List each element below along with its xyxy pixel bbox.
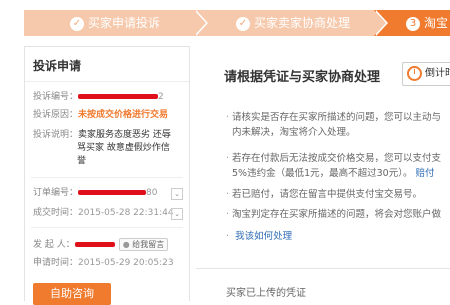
complaint-desc-line2: 骂买家 故意虚假炒作信 (77, 143, 170, 153)
clock-icon (407, 65, 422, 81)
self-service-consult-button[interactable]: 自助咨询 (33, 283, 111, 305)
progress-steps: ✓ 买家申请投诉 ✓ 买家卖家协商处理 3 淘宝 (24, 10, 450, 36)
check-icon: ✓ (236, 16, 250, 31)
step-label: 买家申请投诉 (88, 16, 161, 30)
order-no-row: 订单编号： 80 (33, 188, 158, 198)
complaint-reason-row: 投诉原因：未按成交价格进行交易 (33, 110, 169, 120)
step-arrow (374, 10, 386, 36)
redacted-mark (74, 242, 115, 247)
chat-icon: ● (122, 240, 130, 249)
redacted-mark (78, 190, 147, 195)
step-buyer-complaint: ✓ 买家申请投诉 (24, 10, 208, 36)
complaint-info-panel: 投诉申请 投诉编号： 2 投诉原因：未按成交价格进行交易 投诉说明：卖家服务态度恶… (24, 46, 190, 305)
countdown-badge: 倒计时 (402, 62, 450, 86)
instruction-item: · 请核实是否存在买家所描述的问题，您可以主动与 (226, 112, 442, 123)
initiator-row: 发 起 人： ● 给我留言 (33, 238, 169, 252)
deal-time-row: 成交时间：2015-05-28 22:31:44 (33, 208, 174, 218)
leave-message-tag[interactable]: ● 给我留言 (118, 238, 169, 251)
pay-link[interactable]: 赔付 (416, 168, 435, 179)
apply-time-row: 申请时间：2015-05-29 20:05:23 (33, 258, 174, 268)
divider (31, 177, 183, 178)
step-label: 淘宝 (424, 16, 449, 30)
step-label: 买家卖家协商处理 (254, 16, 351, 30)
panel-title: 投诉申请 (25, 47, 189, 82)
complaint-desc-row: 投诉说明：卖家服务态度恶劣 还辱 (33, 130, 171, 140)
instruction-item: · 若存在付款后无法按成交价格交易，您可以支付支 (226, 153, 442, 164)
how-to-handle-item: · 我该如何处理 (226, 231, 293, 242)
instruction-item: · 若已赔付，请您在留言中提供支付宝交易号。 (226, 189, 423, 200)
instruction-item-cont: 内未解决，淘宝将介入处理。 (232, 127, 356, 138)
step-arrow (194, 10, 206, 36)
divider (196, 268, 450, 269)
how-to-handle-link[interactable]: 我该如何处理 (235, 231, 292, 242)
instruction-item: · 淘宝判定存在买家所描述的问题，将会对您账户做 (226, 209, 442, 220)
chevron-down-icon[interactable]: ⌄ (171, 188, 183, 200)
complaint-desc-line3: 誉 (77, 156, 87, 166)
redacted-mark (78, 94, 159, 99)
instruction-item-cont: 5%违约金（最低1元，最高不超过30元）。 赔付 (232, 168, 435, 179)
divider (31, 227, 183, 228)
page-title: 请根据凭证与买家协商处理 (224, 70, 381, 85)
chevron-down-icon[interactable]: ⌄ (171, 208, 183, 220)
check-icon: ✓ (70, 16, 84, 31)
step-negotiation: ✓ 买家卖家协商处理 (194, 10, 388, 36)
complaint-no-row: 投诉编号： 2 (33, 92, 164, 102)
negotiation-panel: 请根据凭证与买家协商处理 倒计时 ·请核实是否存在买家所描述的问题，您可以主动与… (196, 46, 450, 300)
step-number-icon: 3 (406, 16, 420, 31)
buyer-evidence-heading: 买家已上传的凭证 (226, 288, 306, 299)
